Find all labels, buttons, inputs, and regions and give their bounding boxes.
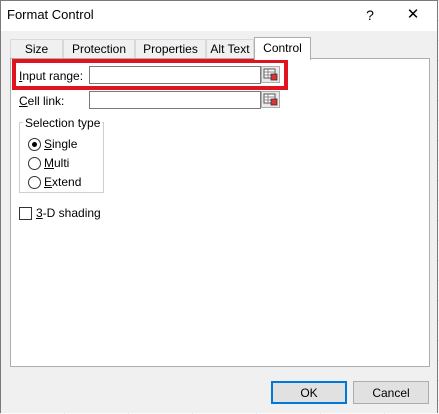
tab-alt-text[interactable]: Alt Text — [206, 39, 254, 58]
tab-size[interactable]: Size — [10, 39, 63, 58]
radio-multi-circle[interactable] — [28, 157, 41, 170]
cell-link-field[interactable] — [89, 91, 261, 109]
radio-multi-label[interactable]: Multi — [44, 156, 69, 170]
title-bar: Format Control ? ✕ — [1, 1, 437, 31]
input-range-highlight-box — [12, 59, 288, 90]
cell-link-picker-button[interactable] — [261, 91, 280, 108]
cell-link-label: Cell link: — [19, 94, 65, 108]
three-d-shading-label[interactable]: 3-D shading — [36, 206, 101, 220]
cancel-button[interactable]: Cancel — [353, 381, 429, 404]
three-d-shading-checkbox[interactable] — [19, 207, 32, 220]
tab-protection[interactable]: Protection — [63, 39, 135, 58]
close-button[interactable]: ✕ — [399, 3, 427, 27]
radio-single-label[interactable]: Single — [44, 137, 77, 151]
radio-single-circle[interactable] — [28, 138, 41, 151]
radio-extend-label[interactable]: Extend — [44, 175, 81, 189]
help-button[interactable]: ? — [356, 3, 384, 27]
selection-type-title: Selection type — [23, 116, 103, 130]
range-picker-icon — [263, 93, 278, 106]
radio-extend-circle[interactable] — [28, 176, 41, 189]
tab-control[interactable]: Control — [254, 37, 311, 60]
dialog-title: Format Control — [7, 7, 94, 22]
tab-properties[interactable]: Properties — [135, 39, 206, 58]
ok-button[interactable]: OK — [271, 381, 347, 404]
radio-selected-dot — [32, 142, 37, 147]
format-control-dialog: Format Control ? ✕ Size Protection Prope… — [0, 0, 438, 413]
